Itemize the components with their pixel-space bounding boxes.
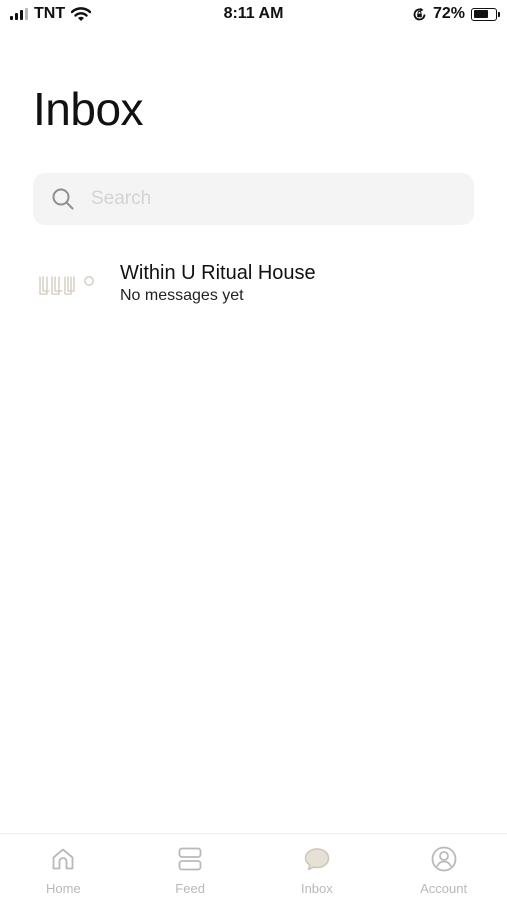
- conversation-row[interactable]: Within U Ritual House No messages yet: [33, 252, 474, 316]
- status-right: 72%: [412, 5, 500, 23]
- tab-feed[interactable]: Feed: [127, 834, 254, 900]
- battery-fill: [473, 10, 488, 18]
- tab-label-inbox: Inbox: [300, 881, 333, 896]
- conversation-name: Within U Ritual House: [120, 262, 316, 284]
- within-u-logo: [39, 276, 94, 295]
- battery-percent: 72%: [432, 5, 465, 22]
- conversation-preview: No messages yet: [120, 287, 244, 304]
- search-icon: [52, 188, 74, 210]
- rotation-lock-icon: [413, 7, 426, 20]
- tab-bar: Home Feed Inbox Account: [0, 833, 507, 900]
- page-title: Inbox: [33, 83, 144, 135]
- tab-home[interactable]: Home: [0, 834, 127, 900]
- tab-inbox[interactable]: Inbox: [254, 834, 381, 900]
- search-input[interactable]: [89, 187, 453, 211]
- account-icon: [431, 846, 457, 872]
- home-icon: [52, 848, 74, 870]
- battery-icon: [471, 7, 500, 21]
- tab-label-home: Home: [46, 881, 81, 896]
- conversation-avatar: [33, 260, 97, 308]
- status-bar: TNT 8:11 AM 72%: [0, 0, 507, 30]
- tab-label-feed: Feed: [175, 881, 205, 896]
- feed-icon: [178, 847, 202, 871]
- tab-account[interactable]: Account: [380, 834, 507, 900]
- conversation-text: Within U Ritual House No messages yet: [120, 261, 316, 307]
- tab-label-account: Account: [420, 881, 468, 896]
- search-bar[interactable]: [33, 173, 474, 225]
- chat-bubble-icon: [304, 848, 330, 871]
